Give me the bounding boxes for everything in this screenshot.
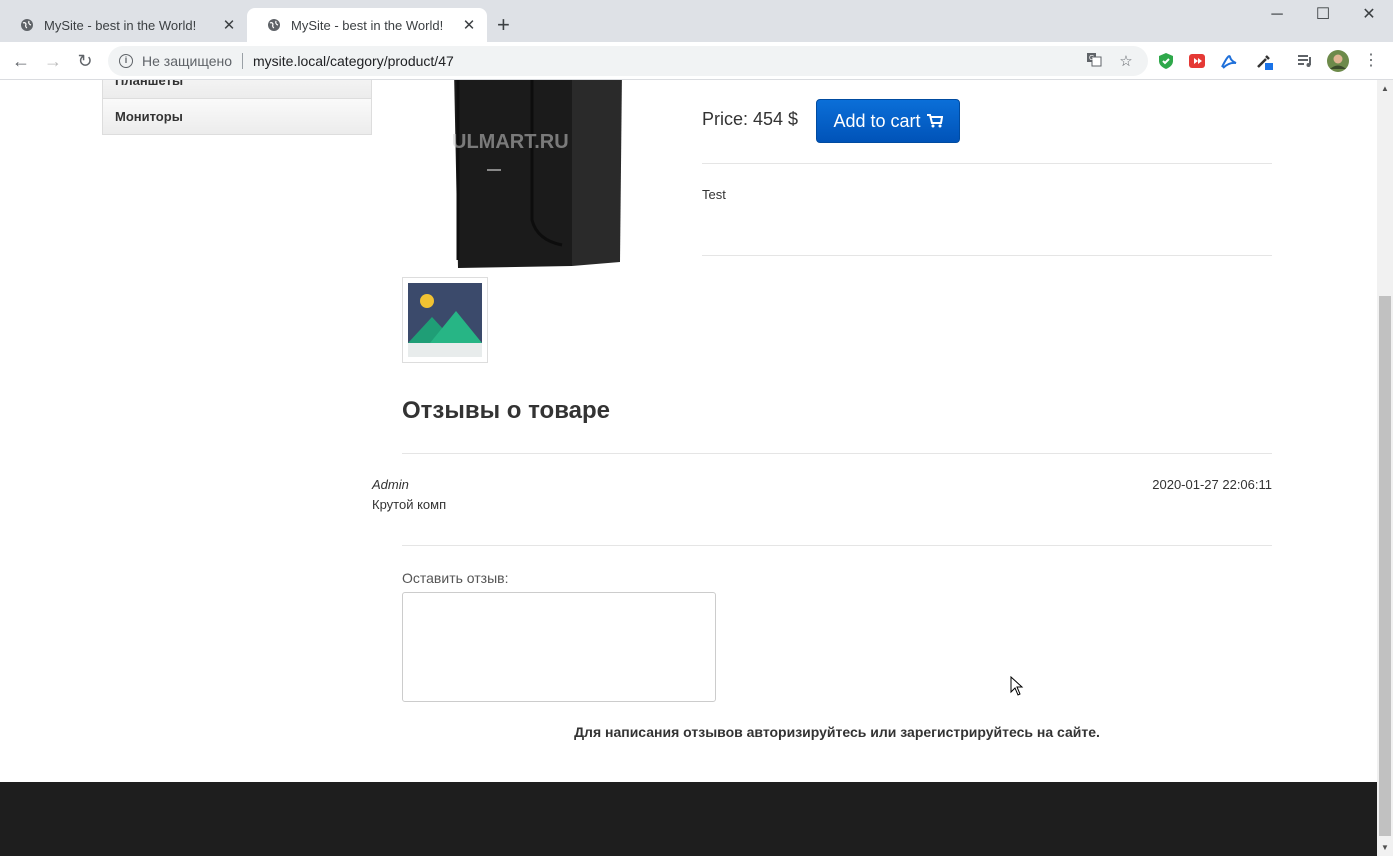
image-placeholder-icon <box>408 283 482 357</box>
page-footer <box>0 782 1377 856</box>
browser-tab-active[interactable]: MySite - best in the World! ✕ <box>247 8 487 42</box>
sidebar-item-monitors[interactable]: Мониторы <box>102 98 372 135</box>
divider <box>702 163 1272 164</box>
back-button[interactable]: ← <box>8 48 34 74</box>
acrobat-extension-icon[interactable] <box>1219 51 1239 71</box>
reload-button[interactable]: ↻ <box>72 48 98 74</box>
divider <box>702 255 1272 256</box>
globe-icon <box>21 19 33 31</box>
new-tab-button[interactable]: + <box>497 14 510 36</box>
scroll-down-icon[interactable]: ▼ <box>1381 843 1389 852</box>
product-description: Test <box>702 187 726 202</box>
tab-title: MySite - best in the World! <box>291 17 444 33</box>
divider <box>402 545 1272 546</box>
add-to-cart-label: Add to cart <box>833 110 921 131</box>
review-textarea[interactable] <box>402 592 716 702</box>
divider <box>242 53 243 69</box>
scroll-up-icon[interactable]: ▲ <box>1381 84 1389 93</box>
review-author: Admin <box>372 477 409 492</box>
browser-tab[interactable]: MySite - best in the World! ✕ <box>0 8 247 42</box>
browser-toolbar: ← → ↻ i Не защищено mysite.local/categor… <box>0 42 1393 80</box>
sidebar-item-label: Планшеты <box>115 80 184 88</box>
avatar[interactable] <box>1327 50 1349 72</box>
scrollbar-thumb[interactable] <box>1379 296 1391 836</box>
product-image: ULMART.RU <box>452 80 622 268</box>
review-date: 2020-01-27 22:06:11 <box>1152 477 1272 492</box>
reviews-heading: Отзывы о товаре <box>402 397 610 424</box>
cart-icon <box>926 114 943 128</box>
url-text[interactable]: mysite.local/category/product/47 <box>253 53 1084 69</box>
product-thumbnail[interactable] <box>402 277 488 363</box>
eyedropper-extension-icon[interactable] <box>1254 51 1274 71</box>
forward-button[interactable]: → <box>40 48 66 74</box>
tab-close-icon[interactable]: ✕ <box>459 16 479 34</box>
tab-close-icon[interactable]: ✕ <box>219 16 239 34</box>
vertical-scrollbar[interactable]: ▲ ▼ <box>1377 80 1393 856</box>
translate-icon[interactable]: G <box>1084 51 1104 71</box>
media-extension-icon[interactable] <box>1187 51 1207 71</box>
info-icon[interactable]: i <box>119 54 133 68</box>
review-form-label: Оставить отзыв: <box>402 570 509 586</box>
bookmark-star-icon[interactable]: ☆ <box>1116 52 1136 70</box>
tab-title: MySite - best in the World! <box>44 17 197 33</box>
shield-extension-icon[interactable] <box>1156 51 1176 71</box>
browser-tab-bar: MySite - best in the World! ✕ MySite - b… <box>0 0 1393 42</box>
add-to-cart-button[interactable]: Add to cart <box>816 99 960 143</box>
product-price: Price: 454 $ <box>702 109 799 129</box>
address-bar[interactable]: i Не защищено mysite.local/category/prod… <box>108 46 1148 76</box>
auth-required-message: Для написания отзывов авторизируйтесь ил… <box>574 724 1100 740</box>
sidebar-item-label: Мониторы <box>115 109 183 124</box>
sidebar-item-tablets[interactable]: Планшеты <box>102 80 372 99</box>
security-status: Не защищено <box>142 53 232 69</box>
window-close-button[interactable]: ✕ <box>1346 0 1392 32</box>
globe-icon <box>268 19 280 31</box>
maximize-button[interactable]: ☐ <box>1300 0 1346 32</box>
review-text: Крутой комп <box>372 497 447 512</box>
svg-text:G: G <box>1089 55 1094 62</box>
watermark: ULMART.RU <box>452 131 569 153</box>
minimize-button[interactable]: ─ <box>1254 0 1300 32</box>
mouse-cursor-icon <box>1010 676 1024 696</box>
page-viewport: Планшеты Мониторы ULMART.RU Price: 454 $… <box>0 80 1377 856</box>
divider <box>402 453 1272 454</box>
browser-menu-button[interactable]: ⋮ <box>1358 48 1384 74</box>
playlist-icon[interactable] <box>1295 51 1315 71</box>
